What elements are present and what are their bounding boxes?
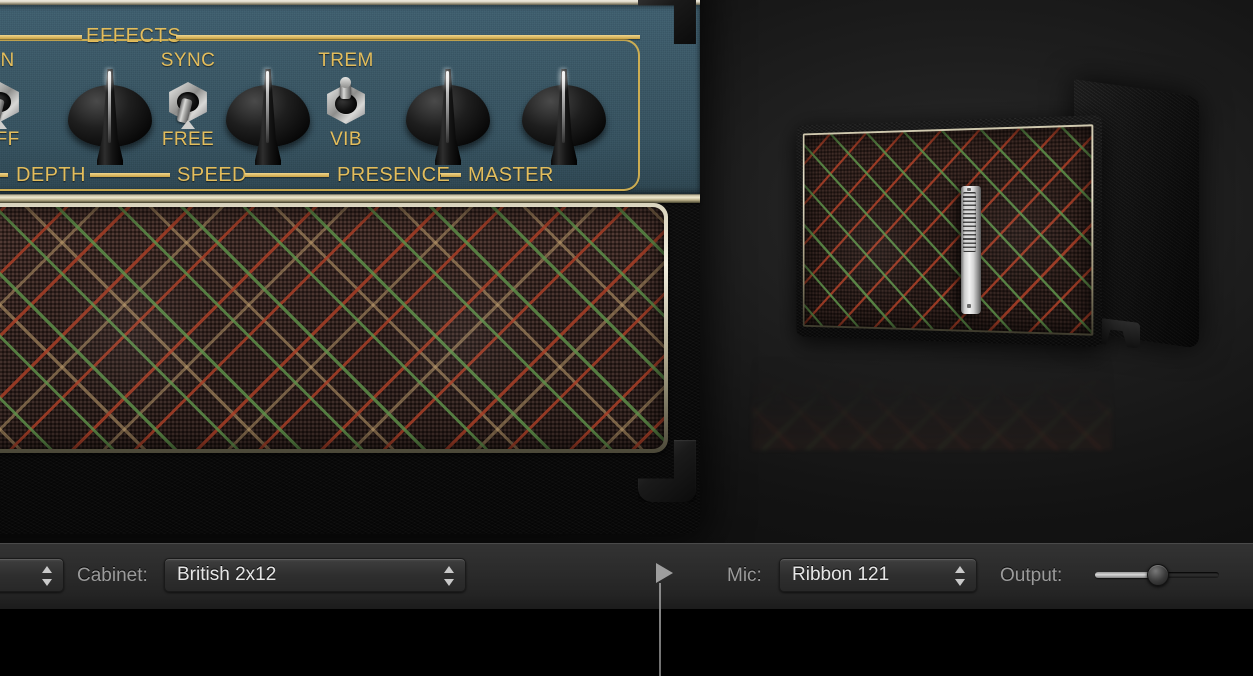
mic-grille-icon [963, 192, 976, 252]
switch-label-on: ON [0, 50, 15, 71]
depth-label: DEPTH [16, 164, 86, 186]
output-slider-thumb[interactable] [1147, 564, 1169, 586]
toggle-tip-icon [181, 120, 195, 129]
output-slider[interactable] [1095, 558, 1219, 592]
effects-section-title: EFFECTS [86, 25, 182, 47]
stepper-icon[interactable] [955, 565, 967, 587]
amp-designer-window: EFFECTS ON OFF SYNC [0, 0, 1253, 676]
switch-label-trem: TREM [318, 50, 374, 71]
speed-label: SPEED [177, 164, 247, 186]
playhead-line [659, 583, 661, 676]
knob-highlight [556, 67, 570, 93]
stepper-up-arrow-icon [444, 566, 454, 573]
speed-knob[interactable] [226, 63, 310, 171]
playhead-triangle-icon [656, 563, 673, 583]
knob-highlight [102, 67, 116, 93]
mic-popup[interactable]: Ribbon 121 [779, 558, 977, 592]
cabinet-label: Cabinet: [77, 565, 148, 586]
mic-bottom-marker [967, 304, 971, 308]
toggle-tip-icon [0, 120, 7, 129]
presence-label: PRESENCE [337, 164, 451, 186]
amp-head[interactable]: EFFECTS ON OFF SYNC [0, 0, 700, 534]
mic-value: Ribbon 121 [792, 564, 890, 585]
cabinet-front [796, 115, 1102, 347]
amp-model-popup[interactable] [0, 558, 64, 592]
effects-on-off-switch[interactable] [0, 80, 22, 129]
legend-dash-1 [0, 173, 8, 177]
switch-label-vib: VIB [330, 129, 362, 150]
stepper-up-arrow-icon [955, 566, 965, 573]
amp-speaker-shadows [0, 207, 664, 449]
switch-label-off: OFF [0, 129, 20, 150]
stepper-down-arrow-icon [444, 579, 454, 586]
knob-highlight [260, 67, 274, 93]
output-label: Output: [1000, 565, 1063, 586]
cabinet-speaker-shadows [804, 126, 1092, 334]
playhead-marker[interactable] [656, 563, 680, 676]
cabinet-grille-frame [802, 124, 1094, 336]
cabinet-grille-cloth [804, 126, 1092, 334]
cabinet-reflection-pattern [752, 352, 1112, 450]
amp-grille-cloth [0, 207, 664, 449]
stepper-down-arrow-icon [42, 579, 52, 586]
cabinet-popup[interactable]: British 2x12 [164, 558, 466, 592]
effects-dash-right [176, 35, 640, 39]
presence-knob[interactable] [406, 63, 490, 171]
cabinet-floor-reflection [752, 352, 1112, 450]
knob-highlight [440, 67, 454, 93]
stepper-icon[interactable] [42, 565, 54, 587]
amp-control-panel[interactable]: EFFECTS ON OFF SYNC [0, 5, 700, 194]
sync-free-switch[interactable] [166, 80, 210, 129]
effects-dash-left [0, 35, 82, 39]
legend-dash-2 [90, 173, 170, 177]
mic-top-marker [967, 188, 971, 191]
legend-dash-3 [245, 173, 329, 177]
stepper-up-arrow-icon [42, 566, 52, 573]
toggle-tip-icon [340, 77, 351, 88]
mic-label: Mic: [727, 565, 762, 586]
amp-grille-frame [0, 203, 668, 453]
master-knob[interactable] [522, 63, 606, 171]
depth-knob[interactable] [68, 63, 152, 171]
legend-dash-4 [441, 173, 461, 177]
trem-vib-switch[interactable] [324, 77, 368, 126]
cabinet-value: British 2x12 [177, 564, 277, 585]
master-label: MASTER [468, 164, 554, 186]
stepper-down-arrow-icon [955, 579, 965, 586]
amp-trim-bottom [0, 194, 700, 203]
ribbon-microphone[interactable] [960, 186, 982, 314]
below-toolbar-area [0, 609, 1253, 676]
stepper-icon[interactable] [444, 565, 456, 587]
